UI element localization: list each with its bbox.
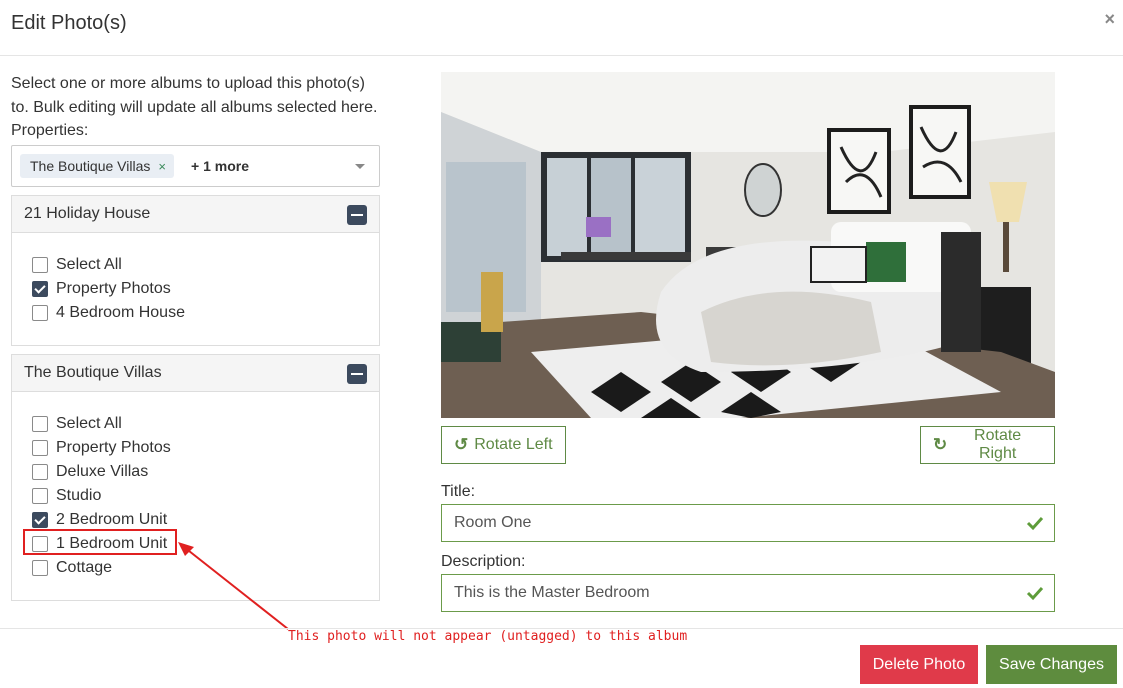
properties-label: Properties:	[11, 122, 89, 139]
close-icon[interactable]: ×	[1104, 8, 1115, 30]
collapse-icon[interactable]	[347, 205, 367, 225]
modal-title: Edit Photo(s)	[11, 12, 127, 34]
checkbox[interactable]	[32, 464, 48, 480]
modal-footer-divider	[0, 628, 1123, 629]
checkbox[interactable]	[32, 512, 48, 528]
rotate-right-label: Rotate Right	[974, 427, 1022, 462]
checkbox[interactable]	[32, 305, 48, 321]
album-checkbox-row[interactable]: Select All	[32, 254, 122, 276]
rotate-right-icon: ↻	[933, 435, 948, 454]
checkbox-label: 2 Bedroom Unit	[56, 511, 168, 528]
album-checkbox-row[interactable]: 2 Bedroom Unit	[32, 509, 167, 531]
album-checkbox-row[interactable]: Cottage	[32, 557, 112, 579]
album-checkbox-row[interactable]: Property Photos	[32, 278, 171, 300]
album-group-title: 21 Holiday House	[24, 205, 151, 222]
album-group-title: The Boutique Villas	[24, 364, 162, 381]
checkbox[interactable]	[32, 560, 48, 576]
album-group-header: The Boutique Villas	[12, 355, 379, 392]
album-checkbox-row[interactable]: Deluxe Villas	[32, 461, 148, 483]
tag-label: The Boutique Villas	[30, 158, 151, 174]
more-count: + 1 more	[191, 158, 249, 174]
checkbox-label: Property Photos	[56, 280, 171, 297]
selected-property-tag: The Boutique Villas ×	[20, 154, 174, 178]
check-icon	[1026, 586, 1044, 601]
instructions-text: Select one or more albums to upload this…	[11, 75, 378, 116]
rotate-left-icon: ↺	[454, 435, 469, 454]
chevron-down-icon[interactable]	[355, 164, 365, 169]
check-icon	[1026, 516, 1044, 531]
checkbox[interactable]	[32, 281, 48, 297]
annotation-highlight-box	[23, 529, 177, 555]
checkbox[interactable]	[32, 257, 48, 273]
checkbox-label: Studio	[56, 487, 102, 504]
album-group-21-holiday-house: 21 Holiday House Select All Property Pho…	[11, 195, 380, 346]
properties-multiselect[interactable]: The Boutique Villas × + 1 more	[11, 145, 380, 187]
album-checkbox-row[interactable]: Property Photos	[32, 437, 171, 459]
title-label: Title:	[441, 483, 476, 500]
album-selection: Select one or more albums to upload this…	[11, 72, 380, 601]
checkbox-label: Property Photos	[56, 439, 171, 456]
bedroom-photo-image	[441, 72, 1055, 418]
title-input[interactable]: Room One	[441, 504, 1055, 542]
rotate-left-label: Rotate Left	[474, 436, 553, 453]
title-value: Room One	[454, 514, 532, 531]
annotation-arrow	[178, 542, 289, 630]
description-label: Description:	[441, 553, 526, 570]
modal-header: Edit Photo(s) ×	[0, 0, 1123, 56]
save-changes-button[interactable]: Save Changes	[986, 645, 1117, 684]
annotation-text: This photo will not appear (untagged) to…	[288, 629, 688, 644]
checkbox-label: Cottage	[56, 559, 113, 576]
description-value: This is the Master Bedroom	[454, 584, 650, 601]
delete-photo-button[interactable]: Delete Photo	[860, 645, 978, 684]
description-input[interactable]: This is the Master Bedroom	[441, 574, 1055, 612]
album-checkbox-row[interactable]: Select All	[32, 413, 122, 435]
checkbox-label: Select All	[56, 415, 122, 432]
checkbox-label: 4 Bedroom House	[56, 304, 185, 321]
album-checkbox-row[interactable]: Studio	[32, 485, 101, 507]
album-group-header: 21 Holiday House	[12, 196, 379, 233]
checkbox[interactable]	[32, 488, 48, 504]
rotate-left-button[interactable]: ↺ Rotate Left	[441, 426, 566, 464]
checkbox-label: Select All	[56, 256, 122, 273]
tag-remove-icon[interactable]: ×	[158, 159, 166, 174]
collapse-icon[interactable]	[347, 364, 367, 384]
checkbox[interactable]	[32, 416, 48, 432]
checkbox[interactable]	[32, 440, 48, 456]
album-checkbox-row[interactable]: 4 Bedroom House	[32, 302, 185, 324]
rotate-right-button[interactable]: ↻ Rotate Right	[920, 426, 1055, 464]
checkbox-label: Deluxe Villas	[56, 463, 149, 480]
bedroom-photo	[441, 72, 1055, 418]
